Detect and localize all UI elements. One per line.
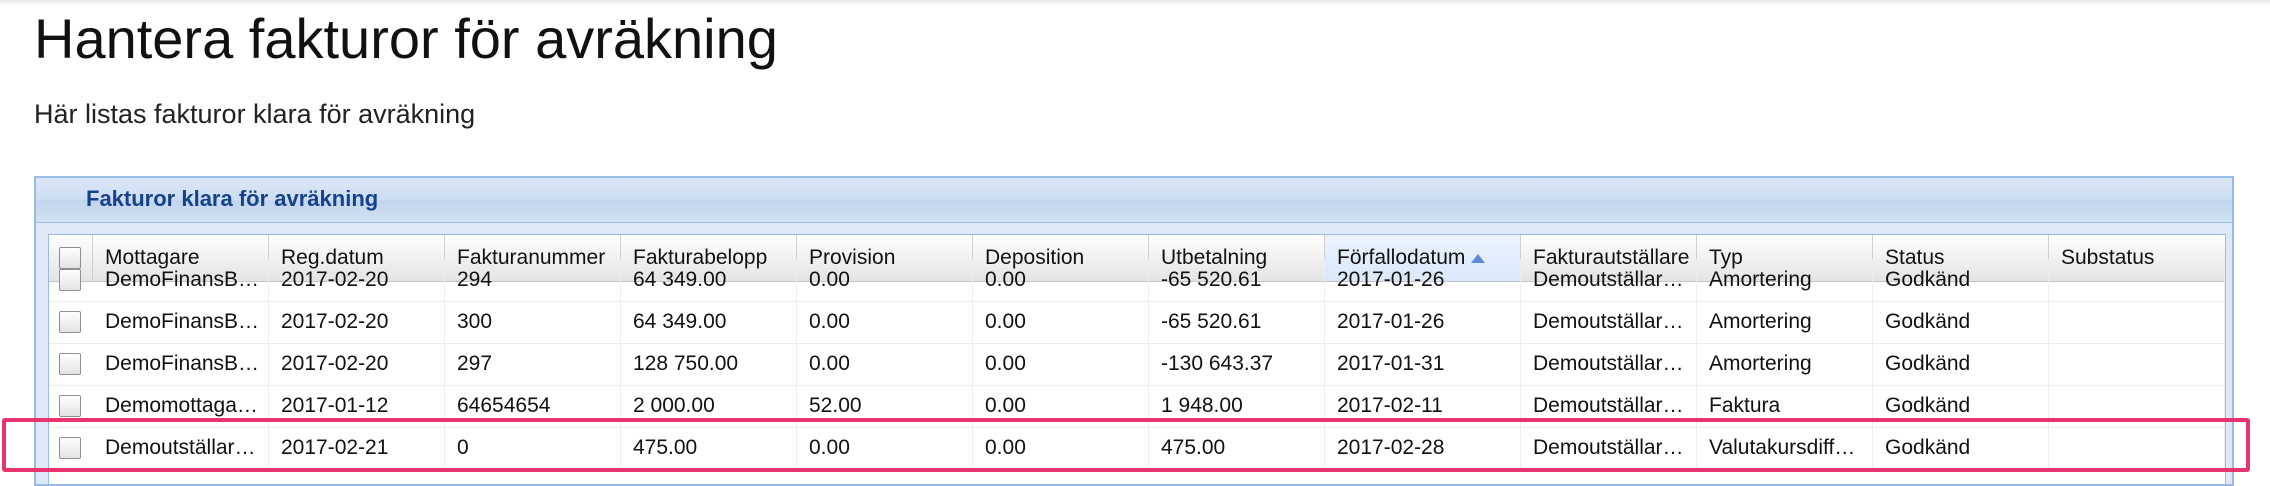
table-cell: DemoFinansB… (93, 301, 269, 343)
page-subtitle: Här listas fakturor klara för avräkning (34, 99, 476, 129)
table-cell: 2017-01-12 (269, 385, 445, 427)
table-cell: Amortering (1697, 301, 1873, 343)
table-cell: 2017-02-20 (269, 301, 445, 343)
table-cell: 0.00 (797, 259, 973, 301)
table-cell: 2017-02-20 (269, 259, 445, 301)
invoice-grid: Mottagare Reg.datum Fakturanummer Faktur… (48, 234, 2226, 484)
table-cell: 297 (445, 343, 621, 385)
table-cell: 128 750.00 (621, 343, 797, 385)
row-checkbox[interactable] (59, 437, 81, 459)
table-cell (2049, 343, 2225, 385)
table-cell: 2017-02-28 (1325, 427, 1521, 469)
table-cell: Faktura (1697, 385, 1873, 427)
table-cell: 475.00 (1149, 427, 1325, 469)
table-cell: 0.00 (973, 343, 1149, 385)
table-cell: 0.00 (797, 427, 973, 469)
table-cell: Demoutställar… (1521, 385, 1697, 427)
row-checkbox[interactable] (59, 353, 81, 375)
table-cell: 2017-02-11 (1325, 385, 1521, 427)
table-cell: 0.00 (973, 385, 1149, 427)
table-cell: 0.00 (973, 427, 1149, 469)
table-cell: Godkänd (1873, 343, 2049, 385)
table-cell: 52.00 (797, 385, 973, 427)
table-cell: -65 520.61 (1149, 259, 1325, 301)
table-cell: Amortering (1697, 343, 1873, 385)
table-cell (2049, 259, 2225, 301)
table-cell: 64 349.00 (621, 259, 797, 301)
table-row[interactable]: DemoFinansB… 2017-02-20 297 128 750.00 0.00 0… (49, 343, 2225, 386)
table-cell: Demoutställar… (1521, 343, 1697, 385)
table-cell: -65 520.61 (1149, 301, 1325, 343)
table-row[interactable]: DemoFinansB… 2017-02-20 300 64 349.00 0.00 0.… (49, 301, 2225, 344)
table-cell: 64654654 (445, 385, 621, 427)
table-row[interactable]: Demoutställar… 2017-02-21 0 475.00 0.00 0.00 4… (49, 427, 2225, 470)
panel-header: Fakturor klara för avräkning (36, 178, 2232, 223)
table-cell: 0.00 (797, 343, 973, 385)
table-cell: 2017-01-26 (1325, 301, 1521, 343)
table-cell: 2017-01-26 (1325, 259, 1521, 301)
table-cell: Godkänd (1873, 427, 2049, 469)
table-cell: 0 (445, 427, 621, 469)
table-cell (2049, 385, 2225, 427)
table-cell: 2 000.00 (621, 385, 797, 427)
table-cell: 475.00 (621, 427, 797, 469)
panel-title: Fakturor klara för avräkning (86, 186, 379, 211)
table-cell: Demoutställar… (93, 427, 269, 469)
table-cell: 1 948.00 (1149, 385, 1325, 427)
table-cell: 300 (445, 301, 621, 343)
table-cell: 0.00 (797, 301, 973, 343)
table-cell (2049, 427, 2225, 469)
table-cell: 2017-02-20 (269, 343, 445, 385)
table-cell: Demomottaga… (93, 385, 269, 427)
row-checkbox[interactable] (59, 395, 81, 417)
table-cell: 64 349.00 (621, 301, 797, 343)
table-cell: 0.00 (973, 301, 1149, 343)
table-cell: -130 643.37 (1149, 343, 1325, 385)
table-cell: DemoFinansB… (93, 259, 269, 301)
table-cell: Valutakursdiff… (1697, 427, 1873, 469)
table-cell (2049, 301, 2225, 343)
table-cell: Amortering (1697, 259, 1873, 301)
table-cell: Godkänd (1873, 259, 2049, 301)
table-cell: 2017-01-31 (1325, 343, 1521, 385)
row-checkbox[interactable] (59, 269, 81, 291)
table-cell: 2017-02-21 (269, 427, 445, 469)
table-cell: 294 (445, 259, 621, 301)
table-cell: Demoutställar… (1521, 427, 1697, 469)
page-title: Hantera fakturor för avräkning (34, 7, 778, 70)
invoices-panel: Fakturor klara för avräkning Mottagare R… (34, 176, 2234, 486)
table-cell: Godkänd (1873, 385, 2049, 427)
row-checkbox[interactable] (59, 311, 81, 333)
table-row[interactable]: DemoFinansB… 2017-02-20 294 64 349.00 0.00 0.… (49, 259, 2225, 302)
table-cell: DemoFinansB… (93, 343, 269, 385)
table-row[interactable]: Demomottaga… 2017-01-12 64654654 2 000.00 52… (49, 385, 2225, 428)
table-cell: Demoutställar… (1521, 301, 1697, 343)
table-cell: 0.00 (973, 259, 1149, 301)
table-cell: Godkänd (1873, 301, 2049, 343)
table-cell: Demoutställar… (1521, 259, 1697, 301)
